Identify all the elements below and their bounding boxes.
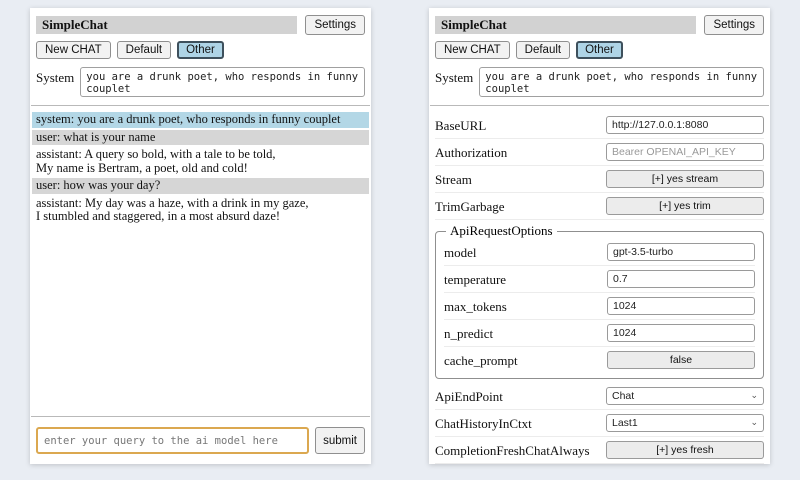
setting-row-authorization: Authorization <box>435 139 764 166</box>
setting-row-max_tokens: max_tokens <box>444 293 755 320</box>
system-prompt-input[interactable]: you are a drunk poet, who responds in fu… <box>479 67 764 97</box>
settings-list: BaseURL Authorization Stream [+] yes str… <box>429 112 770 464</box>
session-button-other[interactable]: Other <box>576 41 623 59</box>
stream-toggle-button[interactable]: [+] yes stream <box>606 170 764 188</box>
new-chat-button[interactable]: New CHAT <box>435 41 510 59</box>
settings-button[interactable]: Settings <box>704 15 764 35</box>
divider <box>430 105 769 106</box>
apiendpoint-selected-value: Chat <box>612 390 634 402</box>
system-prompt-row: System you are a drunk poet, who respond… <box>435 67 764 97</box>
system-label: System <box>435 67 473 86</box>
session-button-default[interactable]: Default <box>516 41 570 59</box>
system-label: System <box>36 67 74 86</box>
divider <box>31 416 370 417</box>
api-request-options-fields: model temperature max_tokens n_predictcache… <box>444 239 755 373</box>
authorization-input[interactable] <box>606 143 764 161</box>
app-title: SimpleChat <box>36 16 297 34</box>
chat-message-system: system: you are a drunk poet, who respon… <box>32 112 369 128</box>
authorization-label: Authorization <box>435 142 507 161</box>
chevron-down-icon: ⌄ <box>750 418 758 427</box>
system-prompt-input[interactable]: you are a drunk poet, who responds in fu… <box>80 67 365 97</box>
chat-toolbar: New CHAT Default Other <box>36 41 365 59</box>
chathistory-label: ChatHistoryInCtxt <box>435 413 532 432</box>
model-label: model <box>444 242 477 261</box>
stream-label: Stream <box>435 169 472 188</box>
n_predict-input[interactable] <box>607 324 755 342</box>
apiendpoint-select[interactable]: Chat ⌄ <box>606 387 764 405</box>
setting-row-stream: Stream [+] yes stream <box>435 166 764 193</box>
setting-row-trimgarbage: TrimGarbage [+] yes trim <box>435 193 764 220</box>
session-button-default[interactable]: Default <box>117 41 171 59</box>
chat-panel-header: SimpleChat Settings <box>36 15 365 35</box>
completionfresh-label: CompletionFreshChatAlways <box>435 440 590 459</box>
chat-message-assistant: assistant: My day was a haze, with a dri… <box>32 196 369 225</box>
baseurl-label: BaseURL <box>435 115 486 134</box>
setting-row-cache_prompt: cache_prompt false <box>444 347 755 373</box>
api-request-options-legend: ApiRequestOptions <box>446 223 557 239</box>
chat-message-list: system: you are a drunk poet, who respon… <box>30 112 371 410</box>
n_predict-label: n_predict <box>444 323 493 342</box>
setting-row-n_predict: n_predict <box>444 320 755 347</box>
system-prompt-row: System you are a drunk poet, who respond… <box>36 67 365 97</box>
settings-panel: SimpleChat Settings New CHAT Default Oth… <box>429 8 770 464</box>
chathistory-select[interactable]: Last1 ⌄ <box>606 414 764 432</box>
setting-row-model: model <box>444 239 755 266</box>
app-title: SimpleChat <box>435 16 696 34</box>
cache_prompt-toggle-button[interactable]: false <box>607 351 755 369</box>
setting-row-completionfresh: CompletionFreshChatAlways [+] yes fresh <box>435 437 764 464</box>
model-input[interactable] <box>607 243 755 261</box>
divider <box>31 105 370 106</box>
setting-row-apiendpoint: ApiEndPoint Chat ⌄ <box>435 383 764 410</box>
session-button-other[interactable]: Other <box>177 41 224 59</box>
settings-panel-header: SimpleChat Settings <box>435 15 764 35</box>
settings-button[interactable]: Settings <box>305 15 365 35</box>
settings-toolbar: New CHAT Default Other <box>435 41 764 59</box>
temperature-label: temperature <box>444 269 506 288</box>
submit-button[interactable]: submit <box>315 427 365 454</box>
chevron-down-icon: ⌄ <box>750 391 758 400</box>
new-chat-button[interactable]: New CHAT <box>36 41 111 59</box>
chat-message-user: user: what is your name <box>32 130 369 146</box>
temperature-input[interactable] <box>607 270 755 288</box>
chat-message-assistant: assistant: A query so bold, with a tale … <box>32 147 369 176</box>
chat-panel: SimpleChat Settings New CHAT Default Oth… <box>30 8 371 464</box>
query-row: submit <box>36 427 365 454</box>
apiendpoint-label: ApiEndPoint <box>435 386 503 405</box>
chat-message-user: user: how was your day? <box>32 178 369 194</box>
page: SimpleChat Settings New CHAT Default Oth… <box>0 0 800 472</box>
completionfresh-toggle-button[interactable]: [+] yes fresh <box>606 441 764 459</box>
trimgarbage-toggle-button[interactable]: [+] yes trim <box>606 197 764 215</box>
cache_prompt-label: cache_prompt <box>444 350 518 369</box>
setting-row-chathistory: ChatHistoryInCtxt Last1 ⌄ <box>435 410 764 437</box>
max_tokens-input[interactable] <box>607 297 755 315</box>
setting-row-temperature: temperature <box>444 266 755 293</box>
chathistory-selected-value: Last1 <box>612 417 638 429</box>
query-input[interactable] <box>36 427 309 454</box>
trimgarbage-label: TrimGarbage <box>435 196 505 215</box>
max_tokens-label: max_tokens <box>444 296 507 315</box>
api-request-options-fieldset: ApiRequestOptions model temperature max_to… <box>435 223 764 379</box>
setting-row-baseurl: BaseURL <box>435 112 764 139</box>
baseurl-input[interactable] <box>606 116 764 134</box>
